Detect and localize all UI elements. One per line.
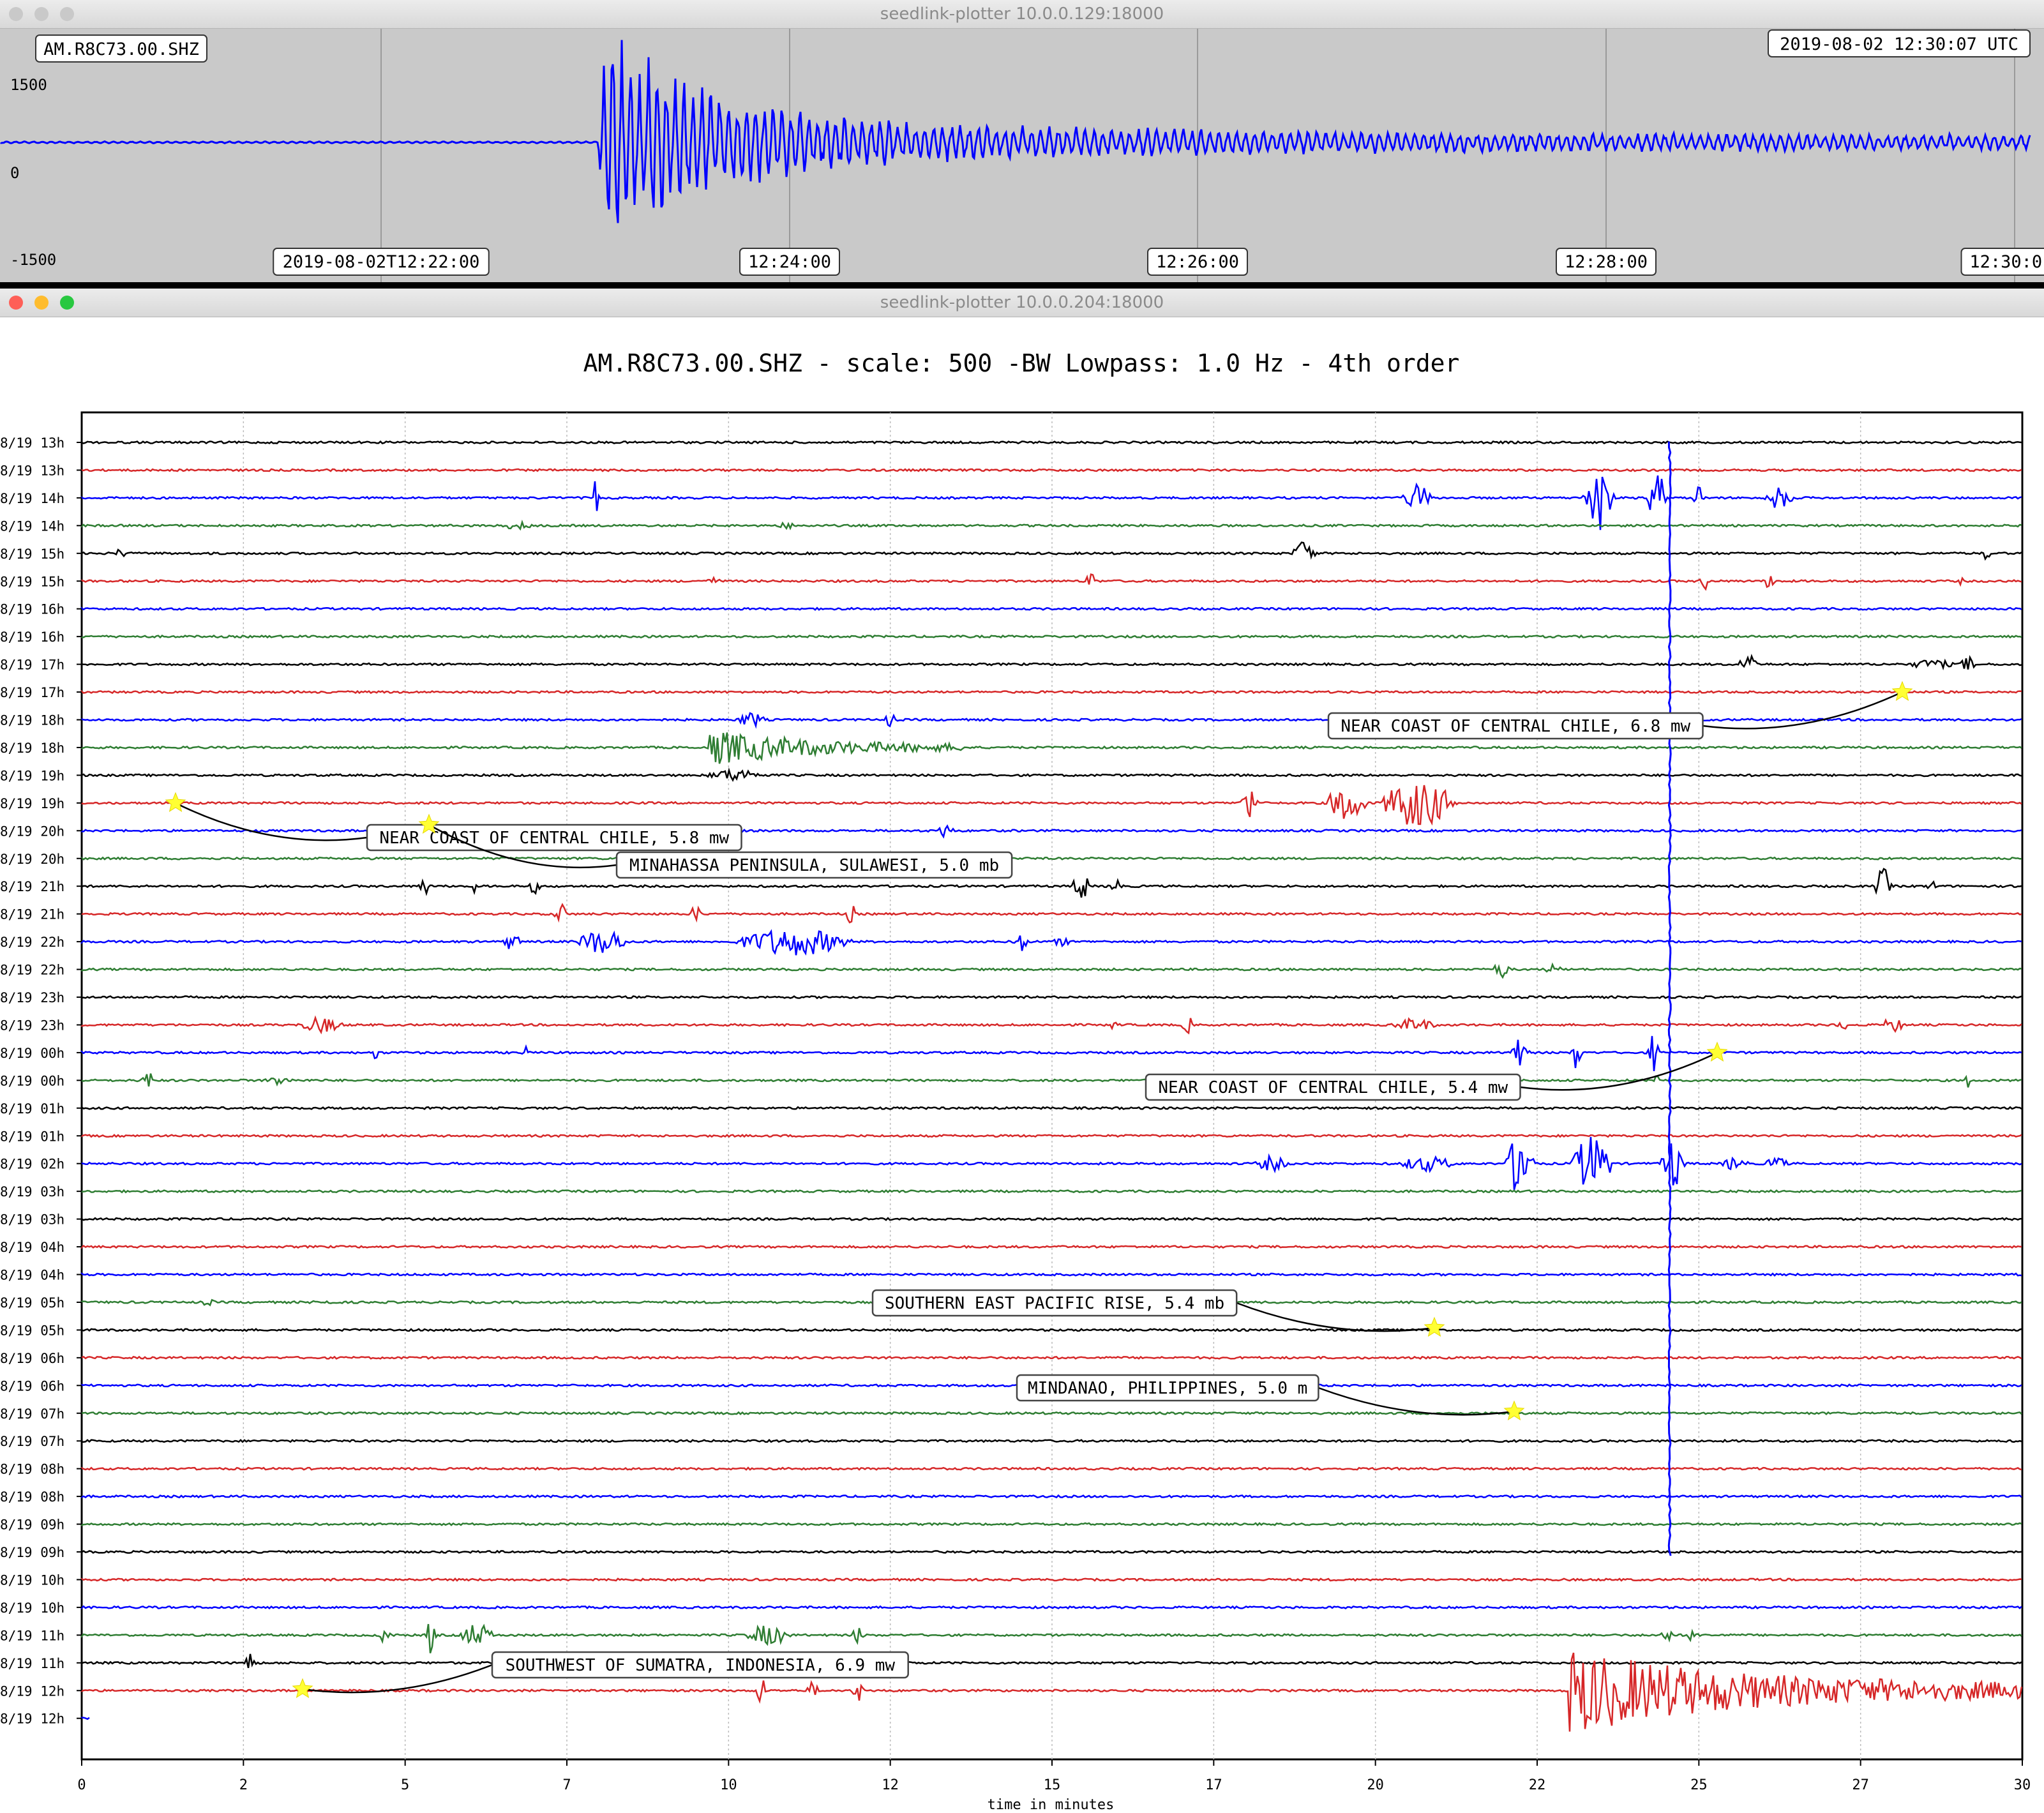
row-label: 8/19 22h (0, 935, 64, 950)
row-label: 8/19 23h (0, 990, 64, 1005)
row-label: 8/19 11h (0, 1656, 64, 1671)
row-label: 8/19 07h (0, 1406, 64, 1422)
row-label: 8/19 04h (0, 1240, 64, 1255)
x-tick-label: 30 (2014, 1777, 2031, 1793)
row-label: 8/19 10h (0, 1600, 64, 1616)
row-label: 8/19 21h (0, 907, 64, 922)
timestamp-box: 2019-08-02 12:30:07 UTC (1768, 29, 2031, 57)
row-label: 8/19 14h (0, 518, 64, 534)
row-label: 8/19 06h (0, 1351, 64, 1366)
row-label: 8/19 16h (0, 602, 64, 617)
annotation-label: SOUTHWEST OF SUMATRA, INDONESIA, 6.9 mw (506, 1656, 896, 1675)
row-label: 8/19 15h (0, 574, 64, 589)
row-label: 8/19 19h (0, 796, 64, 811)
realtime-waveform (0, 40, 2031, 223)
annotation-label: MINDANAO, PHILIPPINES, 5.0 m (1028, 1379, 1307, 1398)
x-tick-label: 2 (239, 1777, 248, 1793)
y-tick-0: 0 (10, 164, 19, 182)
row-label: 8/19 13h (0, 463, 64, 478)
row-label: 8/19 13h (0, 435, 64, 451)
row-label: 8/19 11h (0, 1628, 64, 1643)
x-tick-label: 12:26:00 (1156, 252, 1239, 272)
station-label-box: AM.R8C73.00.SHZ (35, 34, 207, 63)
realtime-plot: AM.R8C73.00.SHZ 2019-08-02 12:30:07 UTC … (0, 29, 2044, 282)
row-label: 8/19 10h (0, 1572, 64, 1588)
x-tick-label: 25 (1690, 1777, 1708, 1793)
row-label: 8/19 01h (0, 1129, 64, 1144)
x-tick-label: 27 (1852, 1777, 1869, 1793)
window-title: seedlink-plotter 10.0.0.204:18000 (880, 293, 1164, 312)
title-bar: seedlink-plotter 10.0.0.204:18000 (0, 289, 2044, 317)
row-label: 8/19 14h (0, 491, 64, 506)
row-label: 8/19 01h (0, 1101, 64, 1117)
y-tick-neg1500: -1500 (10, 251, 56, 269)
row-label: 8/19 22h (0, 963, 64, 978)
row-label: 8/19 08h (0, 1462, 64, 1477)
annotation-label: SOUTHERN EAST PACIFIC RISE, 5.4 mb (885, 1294, 1224, 1313)
x-tick-label: 22 (1529, 1777, 1546, 1793)
row-label: 8/19 21h (0, 879, 64, 894)
row-label: 8/19 04h (0, 1268, 64, 1283)
row-label: 8/19 05h (0, 1323, 64, 1338)
realtime-plot-canvas: AM.R8C73.00.SHZ 2019-08-02 12:30:07 UTC … (0, 29, 2044, 282)
annotation-label: NEAR COAST OF CENTRAL CHILE, 5.4 mw (1158, 1078, 1508, 1097)
x-tick-label: 5 (401, 1777, 409, 1793)
plotter-window-main: seedlink-plotter 10.0.0.204:18000 AM.R8C… (0, 289, 2044, 1813)
x-tick-label: 12 (882, 1777, 899, 1793)
x-tick-labels: 2019-08-02T12:22:00 12:24:00 12:26:00 12:28… (273, 248, 2044, 276)
x-tick-label: 2019-08-02T12:22:00 (283, 252, 480, 272)
plot-title: AM.R8C73.00.SHZ - scale: 500 -BW Lowpass… (583, 349, 1460, 377)
row-label: 8/19 18h (0, 741, 64, 756)
x-tick-label: 15 (1044, 1777, 1061, 1793)
row-label: 8/19 23h (0, 1018, 64, 1033)
row-label: 8/19 19h (0, 768, 64, 783)
x-tick-label: 7 (562, 1777, 571, 1793)
row-label: 8/19 00h (0, 1046, 64, 1061)
x-tick-label: 20 (1367, 1777, 1384, 1793)
row-label: 8/19 03h (0, 1184, 64, 1200)
timestamp-label: 2019-08-02 12:30:07 UTC (1780, 34, 2018, 54)
grid-lines (380, 29, 2015, 282)
row-label: 8/19 12h (0, 1683, 64, 1699)
plotter-window-top: seedlink-plotter 10.0.0.129:18000 AM.R8C… (0, 0, 2044, 282)
x-tick-label: 12:28:00 (1565, 252, 1648, 272)
helicorder-plot: AM.R8C73.00.SHZ - scale: 500 -BW Lowpass… (0, 349, 2031, 1813)
row-label: 8/19 20h (0, 852, 64, 867)
x-axis-label: time in minutes (988, 1797, 1115, 1813)
x-tick-label: 12:24:00 (748, 252, 831, 272)
row-label: 8/19 02h (0, 1157, 64, 1172)
title-bar: seedlink-plotter 10.0.0.129:18000 (0, 0, 2044, 29)
row-label: 8/19 09h (0, 1517, 64, 1533)
annotation-label: NEAR COAST OF CENTRAL CHILE, 5.8 mw (379, 829, 729, 848)
row-label: 8/19 18h (0, 713, 64, 728)
row-label: 8/19 16h (0, 629, 64, 645)
row-label: 8/19 09h (0, 1545, 64, 1560)
row-label: 8/19 12h (0, 1711, 64, 1727)
window-title: seedlink-plotter 10.0.0.129:18000 (880, 4, 1164, 24)
row-label: 8/19 15h (0, 546, 64, 562)
x-tick-label: 0 (77, 1777, 86, 1793)
x-tick-label: 10 (720, 1777, 737, 1793)
row-label: 8/19 17h (0, 685, 64, 700)
y-tick-1500: 1500 (10, 76, 47, 94)
row-label: 8/19 17h (0, 658, 64, 673)
annotation-label: MINAHASSA PENINSULA, SULAWESI, 5.0 mb (629, 856, 999, 875)
row-labels: 8/19 13h 8/19 13h 8/19 14h 8/19 14h 8/19 15h… (0, 435, 82, 1727)
row-label: 8/19 08h (0, 1489, 64, 1505)
x-tick-label: 17 (1205, 1777, 1222, 1793)
x-tick-label: 12:30:0 (1969, 252, 2042, 272)
station-label: AM.R8C73.00.SHZ (43, 40, 199, 59)
row-label: 8/19 07h (0, 1434, 64, 1449)
row-label: 8/19 05h (0, 1295, 64, 1311)
row-label: 8/19 20h (0, 824, 64, 839)
annotation-label: NEAR COAST OF CENTRAL CHILE, 6.8 mw (1341, 717, 1690, 736)
row-label: 8/19 06h (0, 1378, 64, 1394)
row-label: 8/19 00h (0, 1073, 64, 1088)
x-tick-labels: 0 2 5 7 10 12 15 17 20 22 25 27 30 (77, 1777, 2031, 1793)
row-label: 8/19 03h (0, 1212, 64, 1228)
